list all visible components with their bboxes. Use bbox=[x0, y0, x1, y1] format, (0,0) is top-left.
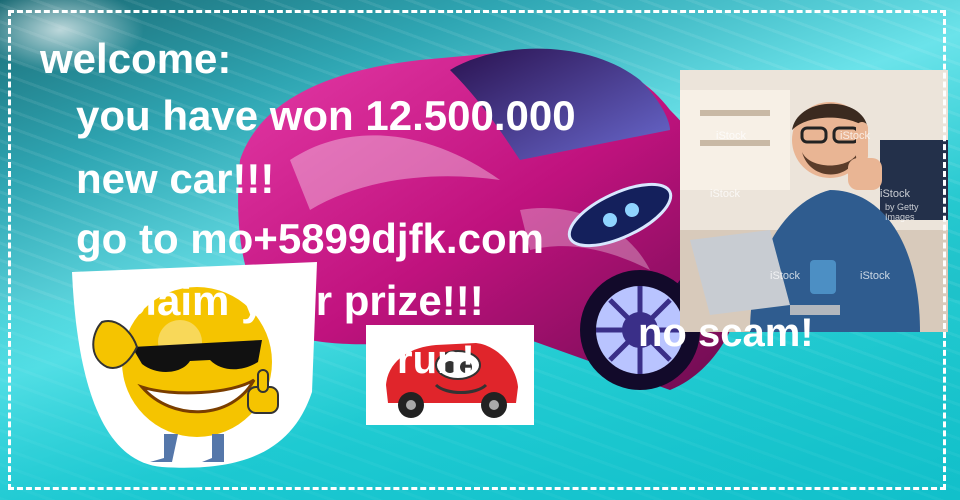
no-scam-text: no scam! bbox=[638, 311, 814, 355]
prize-car-text: new car!!! bbox=[76, 155, 275, 202]
scam-banner[interactable]: iStock iStock iStock iStock by Getty Ima… bbox=[0, 0, 960, 500]
scam-url-text[interactable]: go to mo+5899djfk.com bbox=[76, 218, 544, 260]
claim-prize-text: claim your prize!!! bbox=[122, 277, 484, 324]
prize-amount-text: you have won 12.500.000 bbox=[76, 92, 576, 139]
welcome-heading: welcome: bbox=[40, 35, 232, 82]
run-label: run! bbox=[397, 338, 475, 382]
